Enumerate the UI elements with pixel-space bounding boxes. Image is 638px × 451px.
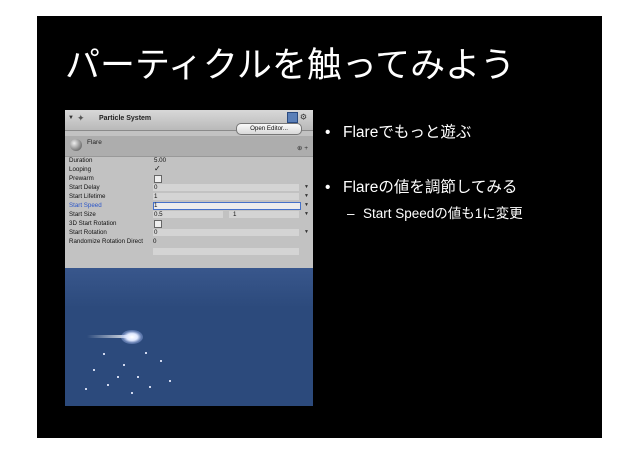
add-module-icon[interactable]: ⊕ +	[297, 144, 308, 152]
sphere-icon	[70, 139, 82, 151]
property-label: 3D Start Rotation	[69, 220, 117, 227]
spark	[137, 376, 139, 378]
sub-bullet-text: Start Speedの値も1に変更	[363, 206, 523, 221]
bullet-dot-icon: •	[325, 179, 331, 196]
help-book-icon[interactable]	[286, 112, 298, 123]
property-row: Start Speed 1 ▼	[65, 202, 313, 210]
property-label: Start Delay	[69, 184, 100, 191]
property-label: Start Lifetime	[69, 193, 106, 200]
property-row: Randomize Rotation Direct 0	[65, 238, 313, 246]
spark	[85, 388, 87, 390]
dropdown-arrow-icon[interactable]: ▼	[304, 229, 309, 235]
property-value: 1	[154, 202, 158, 209]
dropdown-arrow-icon[interactable]: ▼	[304, 202, 309, 208]
property-value: 0	[154, 184, 158, 191]
property-label: Start Size	[69, 211, 96, 218]
dropdown-arrow-icon[interactable]: ▼	[304, 184, 309, 190]
component-title: Particle System	[99, 115, 152, 122]
property-field[interactable]	[153, 248, 299, 255]
bullet-dot-icon: •	[325, 124, 331, 141]
spark	[93, 369, 95, 371]
spark	[145, 352, 147, 354]
property-label: Start Rotation	[69, 229, 107, 236]
scene-view[interactable]	[65, 268, 313, 406]
dash-icon: –	[347, 206, 355, 221]
fold-arrow-icon[interactable]: ▼	[68, 115, 74, 121]
module-tab-label: Flare	[87, 139, 102, 146]
property-field[interactable]	[153, 229, 299, 236]
spark	[107, 384, 109, 386]
property-label: Prewarm	[69, 175, 94, 182]
scene-gradient	[65, 268, 313, 308]
property-field[interactable]	[153, 184, 299, 191]
gear-icon[interactable]: ⚙	[300, 113, 307, 122]
property-row-partial	[65, 247, 313, 255]
property-row: Prewarm	[65, 175, 313, 183]
3d-rotation-checkbox[interactable]	[154, 220, 162, 228]
inspector-panel: ▼ ✦ Particle System ⚙ Open Editor... Fla…	[65, 110, 313, 268]
start-speed-input[interactable]	[153, 202, 301, 210]
property-field-max[interactable]	[229, 211, 299, 218]
module-tab-flare[interactable]: Flare ⊕ +	[65, 136, 313, 157]
property-row: Start Size 0.5 1 ▼	[65, 211, 313, 219]
slide: パーティクルを触ってみよう ▼ ✦ Particle System ⚙ Open…	[37, 16, 602, 438]
property-value[interactable]: 0	[153, 238, 156, 245]
property-value[interactable]: 5.00	[154, 157, 166, 164]
bullet-text: Flareでもっと遊ぶ	[343, 124, 472, 141]
property-label-active: Start Speed	[69, 202, 102, 209]
dropdown-arrow-icon[interactable]: ▼	[304, 193, 309, 199]
spark	[123, 364, 125, 366]
spark	[117, 376, 119, 378]
looping-checkbox[interactable]: ✓	[154, 164, 161, 173]
property-label: Randomize Rotation Direct	[69, 238, 143, 245]
flare-particle	[121, 330, 143, 344]
component-tools: ⚙	[286, 112, 307, 123]
property-row: 3D Start Rotation	[65, 220, 313, 228]
particle-system-icon: ✦	[77, 113, 85, 123]
bullet-text: Flareの値を調節してみる	[343, 179, 518, 196]
property-row: Start Lifetime 1 ▼	[65, 193, 313, 201]
property-value: 1	[154, 193, 158, 200]
property-label: Looping	[69, 166, 92, 173]
dropdown-arrow-icon[interactable]: ▼	[304, 211, 309, 217]
spark	[149, 386, 151, 388]
property-value: 0.5	[154, 211, 163, 218]
property-value: 0	[154, 229, 158, 236]
bullet-item: • Flareでもっと遊ぶ	[325, 120, 471, 142]
bullet-item: • Flareの値を調節してみる	[325, 175, 517, 197]
property-field-min[interactable]	[153, 211, 223, 218]
open-editor-button[interactable]: Open Editor...	[236, 123, 302, 135]
property-field[interactable]	[153, 193, 299, 200]
property-row: Duration 5.00	[65, 157, 313, 165]
property-row: Start Delay 0 ▼	[65, 184, 313, 192]
property-value-2: 1	[233, 211, 237, 218]
spark	[160, 360, 162, 362]
property-label: Duration	[69, 157, 93, 164]
spark	[103, 353, 105, 355]
prewarm-checkbox[interactable]	[154, 175, 162, 183]
spark	[131, 392, 133, 394]
slide-title: パーティクルを触ってみよう	[65, 46, 516, 86]
sub-bullet-item: – Start Speedの値も1に変更	[347, 202, 523, 222]
spark	[169, 380, 171, 382]
property-row: Start Rotation 0 ▼	[65, 229, 313, 237]
property-row: Looping ✓	[65, 164, 313, 174]
